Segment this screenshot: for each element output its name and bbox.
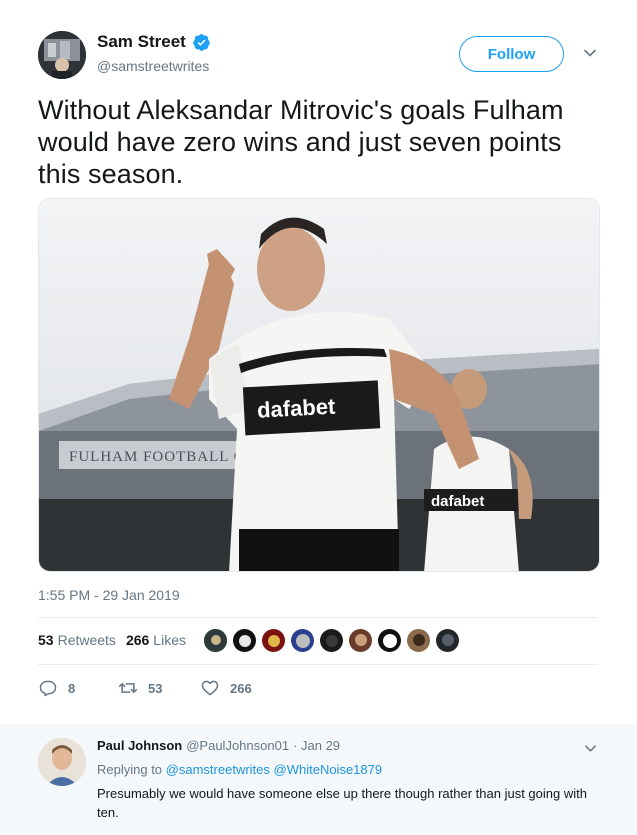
retweet-icon [118, 683, 138, 693]
likes-stat[interactable]: 266 Likes [126, 632, 186, 648]
retweets-count: 53 [38, 632, 54, 648]
reply-text: Presumably we would have someone else up… [97, 786, 587, 820]
main-sponsor-text: dafabet [256, 394, 336, 423]
like-button[interactable]: 266 [200, 678, 252, 698]
divider [38, 617, 598, 618]
liker-avatar[interactable] [435, 628, 460, 653]
reply-author-handle[interactable]: @PaulJohnson01 [186, 738, 289, 753]
stadium-sign-text: FULHAM FOOTBALL C [69, 449, 245, 465]
chevron-down-icon[interactable] [583, 46, 597, 60]
liker-avatars [203, 628, 464, 653]
liker-avatar[interactable] [377, 628, 402, 653]
tweet-timestamp[interactable]: 1:55 PM - 29 Jan 2019 [38, 587, 180, 603]
reply-author-avatar[interactable] [38, 738, 86, 786]
replying-to-label: Replying to [97, 762, 163, 777]
liker-avatar[interactable] [203, 628, 228, 653]
reply-count: 8 [68, 680, 76, 696]
reply-date[interactable]: · Jan 29 [293, 738, 340, 753]
verified-badge-icon [193, 33, 210, 51]
liker-avatar[interactable] [232, 628, 257, 653]
author-name-row: Sam Street [97, 32, 211, 52]
likes-count: 266 [125, 632, 150, 648]
reply-author-name[interactable]: Paul Johnson [97, 738, 182, 753]
retweet-count: 53 [148, 680, 163, 696]
divider [38, 664, 598, 665]
photo-illustration: FULHAM FOOTBALL C dafabet dafabet [39, 199, 599, 571]
liker-avatar[interactable] [319, 628, 344, 653]
retweets-label: Retweets [57, 632, 116, 648]
background-sponsor-text: dafabet [431, 493, 484, 510]
author-display-name[interactable]: Sam Street [97, 32, 186, 52]
heart-icon [201, 680, 219, 696]
reply-tweet[interactable]: Paul Johnson @PaulJohnson01 · Jan 29 Rep… [0, 724, 637, 835]
reply-header: Paul Johnson @PaulJohnson01 · Jan 29 [97, 738, 340, 753]
likes-label: Likes [153, 632, 186, 648]
mention-link[interactable]: @WhiteNoise1879 [274, 762, 383, 777]
reply-icon [39, 680, 57, 697]
replying-to: Replying to @samstreetwrites @WhiteNoise… [97, 762, 382, 777]
like-count: 266 [230, 680, 252, 696]
tweet-actions: 8 53 266 [38, 678, 252, 698]
liker-avatar[interactable] [348, 628, 373, 653]
author-avatar[interactable] [38, 31, 86, 79]
tweet-text: Without Aleksandar Mitrovic's goals Fulh… [38, 95, 564, 189]
liker-avatar[interactable] [406, 628, 431, 653]
reply-button[interactable]: 8 [38, 678, 118, 698]
chevron-down-icon[interactable] [584, 742, 597, 755]
author-handle[interactable]: @samstreetwrites [97, 58, 209, 74]
retweets-stat[interactable]: 53 Retweets [38, 632, 116, 648]
liker-avatar[interactable] [261, 628, 286, 653]
tweet-photo[interactable]: FULHAM FOOTBALL C dafabet dafabet [38, 198, 600, 572]
follow-button[interactable]: Follow [459, 36, 564, 72]
engagement-stats: 53 Retweets 266 Likes [38, 632, 196, 648]
liker-avatar[interactable] [290, 628, 315, 653]
mention-link[interactable]: @samstreetwrites [166, 762, 270, 777]
retweet-button[interactable]: 53 [118, 678, 200, 698]
